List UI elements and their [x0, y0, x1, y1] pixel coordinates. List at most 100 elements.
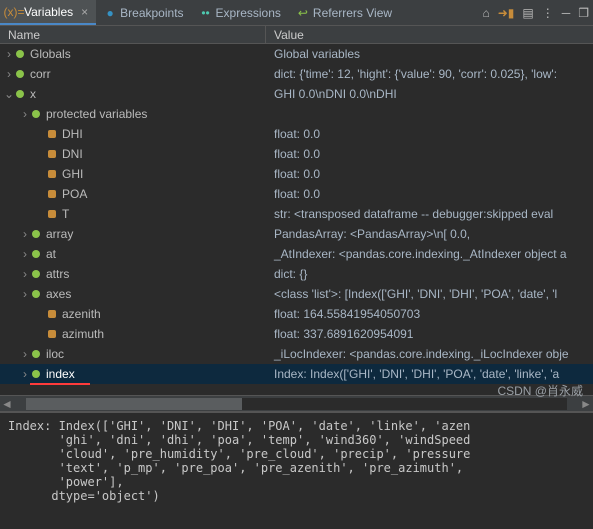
protected-icon — [32, 110, 40, 118]
field-icon — [48, 310, 56, 318]
chevron-right-icon[interactable]: › — [20, 347, 30, 361]
var-value: float: 0.0 — [266, 187, 593, 201]
var-name: T — [62, 207, 69, 221]
chevron-right-icon[interactable]: › — [4, 67, 14, 81]
field-icon — [48, 190, 56, 198]
toolbar-menu-icon[interactable]: ⋮ — [538, 6, 558, 20]
var-value: float: 337.6891620954091 — [266, 327, 593, 341]
var-icon — [32, 270, 40, 278]
var-value: str: <transposed dataframe -- debugger:s… — [266, 207, 593, 221]
scroll-left-icon[interactable]: ◄ — [0, 397, 14, 411]
toolbar-minimize-icon[interactable]: ─ — [558, 6, 575, 20]
tree-row[interactable]: GHIfloat: 0.0 — [0, 164, 593, 184]
breakpoints-icon: ● — [104, 7, 116, 19]
var-icon — [32, 230, 40, 238]
var-name: array — [46, 227, 73, 241]
globals-icon — [16, 50, 24, 58]
var-name: DHI — [62, 127, 83, 141]
chevron-right-icon[interactable]: › — [20, 287, 30, 301]
var-value: _AtIndexer: <pandas.core.indexing._AtInd… — [266, 247, 593, 261]
toolbar-home-icon[interactable]: ⌂ — [478, 6, 493, 20]
console-output: Index: Index(['GHI', 'DNI', 'DHI', 'POA'… — [0, 411, 593, 529]
tab-expressions[interactable]: •• Expressions — [192, 0, 289, 25]
column-headers: Name Value — [0, 26, 593, 44]
tab-bar: (x)= Variables × ● Breakpoints •• Expres… — [0, 0, 593, 26]
field-icon — [48, 170, 56, 178]
tree-row[interactable]: DNI float: 0.0 — [0, 144, 593, 164]
var-icon — [16, 70, 24, 78]
var-value: dict: {} — [266, 267, 593, 281]
chevron-right-icon[interactable]: › — [20, 267, 30, 281]
var-name: at — [46, 247, 56, 261]
var-name: axes — [46, 287, 71, 301]
variables-tree: ›GlobalsGlobal variables ›corrdict: {'ti… — [0, 44, 593, 395]
variables-icon: (x)= — [8, 6, 20, 18]
referrers-icon: ↩ — [297, 7, 309, 19]
chevron-right-icon[interactable]: › — [20, 227, 30, 241]
tab-label: Breakpoints — [120, 6, 183, 20]
var-name: iloc — [46, 347, 64, 361]
var-value: float: 0.0 — [266, 147, 593, 161]
tree-row[interactable]: ⌄ x GHI 0.0\nDNI 0.0\nDHI — [0, 84, 593, 104]
close-icon[interactable]: × — [81, 5, 88, 19]
var-name: corr — [30, 67, 51, 81]
var-value: float: 0.0 — [266, 167, 593, 181]
tree-row[interactable]: Tstr: <transposed dataframe -- debugger:… — [0, 204, 593, 224]
tree-row[interactable]: POA float: 0.0 — [0, 184, 593, 204]
field-icon — [48, 130, 56, 138]
var-name: attrs — [46, 267, 69, 281]
chevron-right-icon[interactable]: › — [20, 107, 30, 121]
var-icon — [32, 350, 40, 358]
column-value[interactable]: Value — [266, 26, 312, 43]
tree-row[interactable]: › iloc _iLocIndexer: <pandas.core.indexing… — [0, 344, 593, 364]
field-icon — [48, 210, 56, 218]
toolbar-import-icon[interactable]: ➜▮ — [494, 6, 519, 20]
tree-row[interactable]: ›axes<class 'list'>: [Index(['GHI', 'DNI… — [0, 284, 593, 304]
var-name: x — [30, 87, 36, 101]
var-value: Index: Index(['GHI', 'DNI', 'DHI', 'POA'… — [266, 367, 593, 381]
var-icon — [16, 90, 24, 98]
tab-label: Expressions — [216, 6, 281, 20]
var-name: index — [46, 367, 75, 381]
tree-row[interactable]: azenith float: 164.55841954050703 — [0, 304, 593, 324]
var-value: _iLocIndexer: <pandas.core.indexing._iLo… — [266, 347, 593, 361]
scroll-track[interactable] — [26, 398, 567, 410]
var-value: GHI 0.0\nDNI 0.0\nDHI — [266, 87, 593, 101]
tab-referrers[interactable]: ↩ Referrers View — [289, 0, 400, 25]
tree-row[interactable]: ›GlobalsGlobal variables — [0, 44, 593, 64]
tab-variables[interactable]: (x)= Variables × — [0, 0, 96, 25]
var-value: Global variables — [266, 47, 593, 61]
field-icon — [48, 150, 56, 158]
toolbar-layout-icon[interactable]: ▤ — [518, 6, 537, 20]
chevron-right-icon[interactable]: › — [20, 367, 30, 381]
scroll-thumb[interactable] — [26, 398, 242, 410]
tree-row[interactable]: azimuth float: 337.6891620954091 — [0, 324, 593, 344]
tree-row-selected[interactable]: › index Index: Index(['GHI', 'DNI', 'DHI',… — [0, 364, 593, 384]
tab-breakpoints[interactable]: ● Breakpoints — [96, 0, 191, 25]
var-name: DNI — [62, 147, 83, 161]
var-name: protected variables — [46, 107, 147, 121]
tree-row[interactable]: › protected variables — [0, 104, 593, 124]
tree-row[interactable]: ›corrdict: {'time': 12, 'hight': {'value… — [0, 64, 593, 84]
tree-row[interactable]: › attrs dict: {} — [0, 264, 593, 284]
var-name: azenith — [62, 307, 101, 321]
column-name[interactable]: Name — [0, 26, 266, 43]
expressions-icon: •• — [200, 7, 212, 19]
var-value: float: 164.55841954050703 — [266, 307, 593, 321]
var-icon — [32, 290, 40, 298]
chevron-right-icon[interactable]: › — [20, 247, 30, 261]
tree-row[interactable]: › array PandasArray: <PandasArray>\n[ 0.0, — [0, 224, 593, 244]
tab-label: Referrers View — [313, 6, 392, 20]
var-icon — [32, 250, 40, 258]
var-icon — [32, 370, 40, 378]
var-name: azimuth — [62, 327, 104, 341]
toolbar-restore-icon[interactable]: ❐ — [574, 6, 593, 20]
chevron-right-icon[interactable]: › — [4, 47, 14, 61]
tree-row[interactable]: › at _AtIndexer: <pandas.core.indexing._At… — [0, 244, 593, 264]
tree-row[interactable]: DHI float: 0.0 — [0, 124, 593, 144]
var-value: PandasArray: <PandasArray>\n[ 0.0, — [266, 227, 593, 241]
var-name: POA — [62, 187, 87, 201]
var-value: float: 0.0 — [266, 127, 593, 141]
field-icon — [48, 330, 56, 338]
chevron-down-icon[interactable]: ⌄ — [4, 87, 14, 101]
